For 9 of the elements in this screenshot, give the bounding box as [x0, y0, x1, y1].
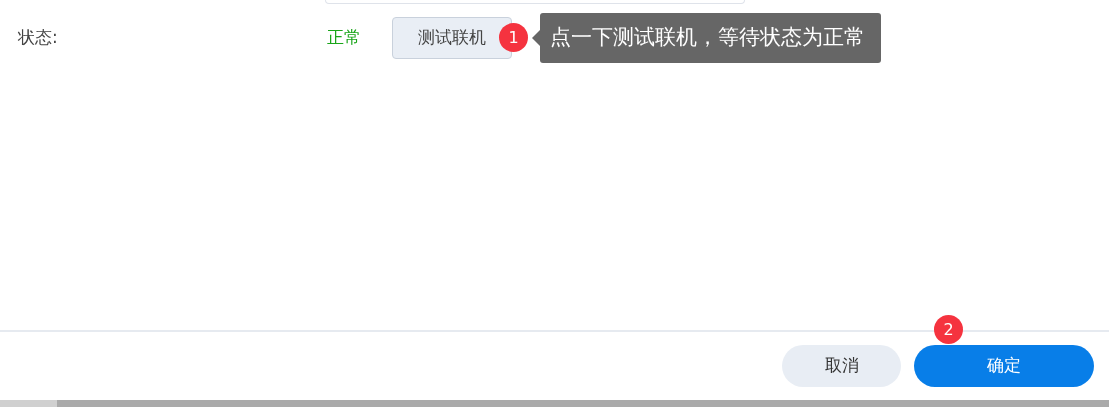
cancel-button[interactable]: 取消: [782, 345, 901, 387]
step-badge: 2: [934, 315, 963, 344]
tooltip-pointer: [532, 30, 540, 46]
tooltip: 点一下测试联机，等待状态为正常: [540, 13, 881, 63]
status-value: 正常: [327, 26, 362, 50]
scrollbar-thumb[interactable]: [0, 400, 57, 407]
confirm-button[interactable]: 确定: [914, 345, 1094, 387]
status-label: 状态:: [17, 26, 59, 50]
scrollbar[interactable]: [0, 400, 1109, 407]
